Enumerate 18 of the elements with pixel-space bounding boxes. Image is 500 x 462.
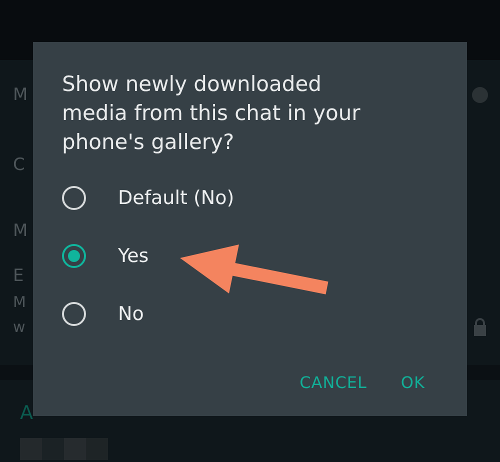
toggle-icon[interactable] [472,87,488,103]
dialog-title: Show newly downloaded media from this chat in your phone's gallery? [62,71,362,156]
setting-label: E [13,266,24,286]
radio-button[interactable] [62,186,86,210]
option-label[interactable]: No [118,303,144,325]
setting-label: M [13,85,28,105]
lock-icon [472,317,488,337]
section-title: A [20,402,33,424]
setting-label: M [13,221,28,241]
option-label[interactable]: Default (No) [118,187,234,209]
option-label[interactable]: Yes [118,245,149,267]
radio-button[interactable] [62,244,86,268]
setting-label: w [13,318,26,336]
ok-button[interactable]: OK [398,369,427,396]
setting-label: C [13,155,25,175]
radio-button[interactable] [62,302,86,326]
setting-label: M [13,293,26,311]
cancel-button[interactable]: CANCEL [298,369,369,396]
